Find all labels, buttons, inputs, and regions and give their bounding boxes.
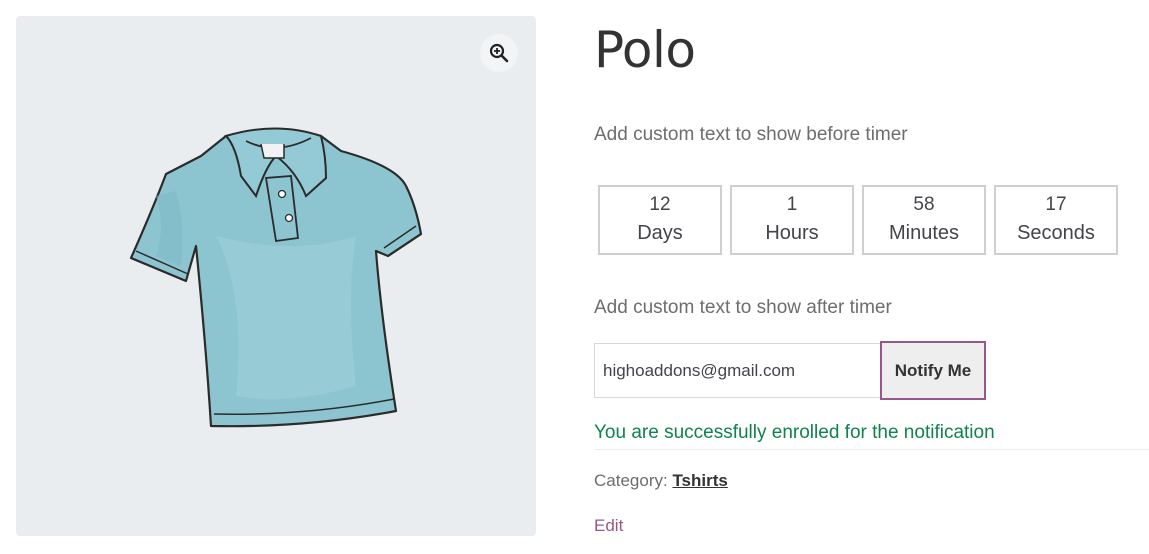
timer-text-after: Add custom text to show after timer [594,297,892,318]
category-label: Category: [594,471,668,490]
product-page: Polo Add custom text to show before time… [0,0,1149,554]
product-gallery [16,16,536,536]
timer-seconds-value: 17 [1045,194,1067,215]
notify-form: Notify Me [594,341,986,400]
product-summary: Polo Add custom text to show before time… [594,0,1149,554]
notify-me-button[interactable]: Notify Me [880,341,986,400]
timer-days: 12 Days [598,185,722,255]
category-link[interactable]: Tshirts [672,471,727,490]
timer-days-value: 12 [649,194,671,215]
timer-minutes-value: 58 [913,194,935,215]
timer-text-before: Add custom text to show before timer [594,124,908,145]
product-meta: Category: Tshirts [594,471,728,491]
success-message: You are successfully enrolled for the no… [594,422,995,443]
timer-seconds-label: Seconds [1017,222,1095,244]
edit-link[interactable]: Edit [594,516,623,536]
zoom-button[interactable] [480,34,518,72]
timer-hours: 1 Hours [730,185,854,255]
timer-hours-value: 1 [786,194,798,215]
timer-hours-label: Hours [765,222,819,244]
timer-seconds: 17 Seconds [994,185,1118,255]
zoom-in-icon [489,43,509,63]
timer-minutes-label: Minutes [888,222,960,244]
divider [594,449,1149,450]
timer-days-label: Days [637,222,683,244]
polo-shirt-image[interactable] [126,116,426,436]
countdown-timer: 12 Days 1 Hours 58 Minutes 17 Seconds [598,185,1118,255]
timer-minutes: 58 Minutes [862,185,986,255]
email-input[interactable] [594,343,880,398]
product-title: Polo [594,21,696,79]
